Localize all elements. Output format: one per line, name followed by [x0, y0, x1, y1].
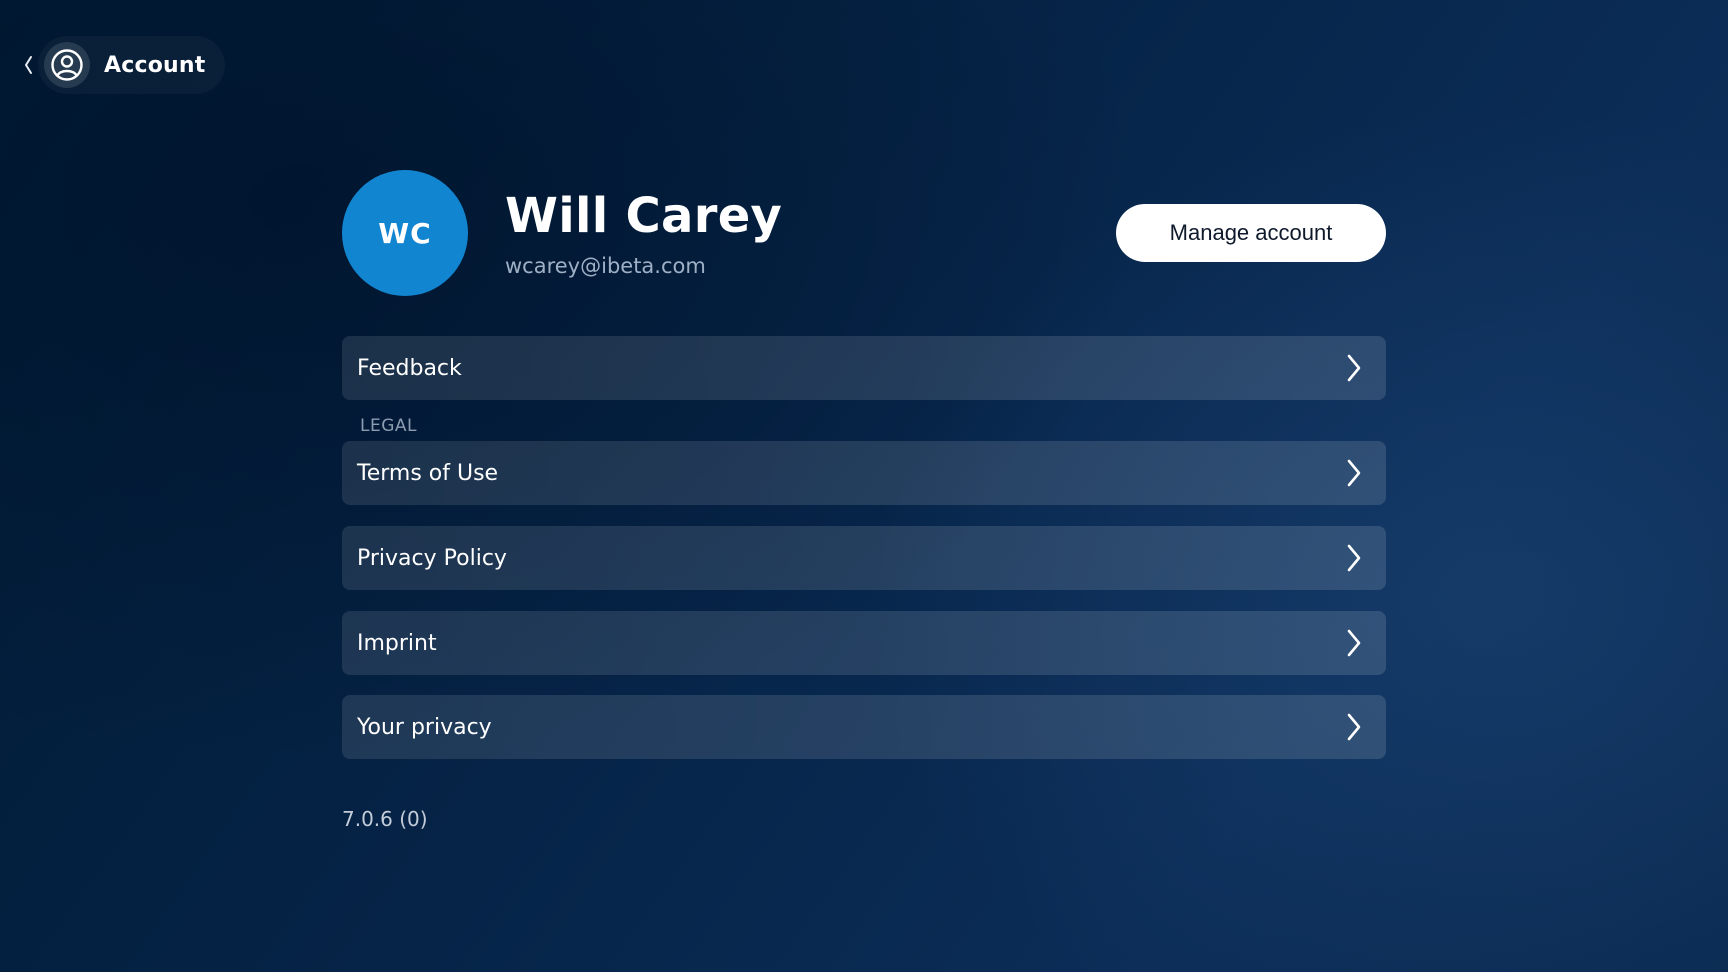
- app-version: 7.0.6 (0): [342, 807, 428, 831]
- menu-item-feedback[interactable]: Feedback: [342, 336, 1386, 400]
- menu-item-label: Privacy Policy: [357, 545, 507, 571]
- chevron-left-icon[interactable]: [18, 36, 38, 94]
- menu-item-label: Terms of Use: [357, 460, 499, 486]
- page-title: Account: [104, 52, 206, 78]
- manage-account-button[interactable]: Manage account: [1116, 204, 1386, 262]
- menu-item-label: Your privacy: [357, 714, 492, 740]
- user-name: Will Carey: [505, 188, 783, 244]
- header-bar: Account: [18, 36, 225, 94]
- menu-item-label: Feedback: [357, 355, 462, 381]
- menu-item-imprint[interactable]: Imprint: [342, 611, 1386, 675]
- user-circle-icon: [44, 42, 90, 88]
- chevron-right-icon: [1342, 710, 1366, 744]
- menu-item-label: Imprint: [357, 630, 437, 656]
- chevron-right-icon: [1342, 351, 1366, 385]
- chevron-right-icon: [1342, 541, 1366, 575]
- menu-item-privacy-policy[interactable]: Privacy Policy: [342, 526, 1386, 590]
- chevron-right-icon: [1342, 456, 1366, 490]
- menu-item-terms-of-use[interactable]: Terms of Use: [342, 441, 1386, 505]
- chevron-right-icon: [1342, 626, 1366, 660]
- section-label-legal: LEGAL: [360, 416, 417, 436]
- account-nav-button[interactable]: Account: [38, 36, 225, 94]
- profile-section: WC Will Carey wcarey@ibeta.com Manage ac…: [342, 170, 1386, 296]
- avatar: WC: [342, 170, 468, 296]
- user-email: wcarey@ibeta.com: [505, 254, 706, 278]
- menu-item-your-privacy[interactable]: Your privacy: [342, 695, 1386, 759]
